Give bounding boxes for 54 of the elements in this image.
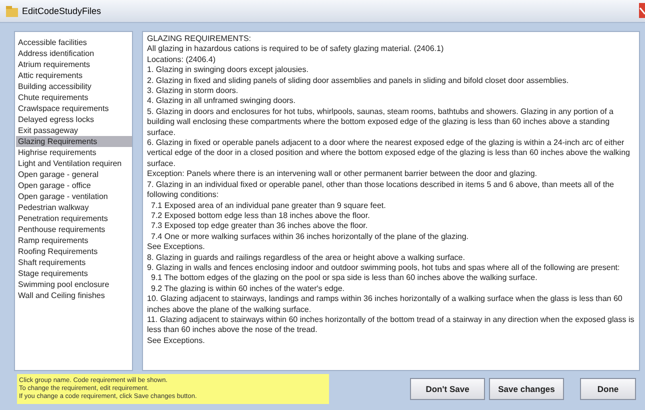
requirement-line: 2. Glazing in fixed and sliding panels of sliding door assemblies and panels in sliding and bifold closet door assemblies. — [147, 76, 570, 86]
requirement-line: 10. Glazing adjacent to stairways, landings and ramps within 36 inches horizontally of a walking surface when the glass is less than 60 inches above the plane of the walking surface. — [147, 294, 624, 315]
requirement-line: All glazing in hazardous cations is required to be of safety glazing material. (2406.1) — [147, 44, 445, 55]
group-item[interactable]: Wall and Ceiling finishes — [16, 290, 132, 301]
group-item[interactable]: Building accessibility — [16, 81, 132, 92]
requirement-line: 9.2 The glazing is within 60 inches of the water's edge. — [150, 284, 346, 294]
requirement-line: GLAZING REQUIREMENTS: — [147, 34, 252, 44]
group-item[interactable]: Accessible facilities — [16, 37, 132, 48]
dialog-button[interactable]: Save changes — [489, 378, 564, 400]
group-item[interactable]: Chute requirements — [16, 92, 132, 103]
requirement-line: See Exceptions. — [147, 336, 206, 346]
group-item[interactable]: Crawlspace requirements — [16, 103, 132, 114]
requirement-line: See Exceptions. — [147, 242, 206, 253]
requirement-line: 7.1 Exposed area of an individual pane greater than 9 square feet. — [150, 200, 387, 211]
requirement-line: 11. Glazing adjacent to stairways within 60 inches horizontally of the bottom tread of a stairway in any direction when the exposed glass is less than 60 inches above the nose of the tread. — [147, 314, 635, 336]
group-item[interactable]: Stage requirements — [16, 268, 132, 279]
group-item[interactable]: Highrise requirements — [16, 147, 132, 158]
window-icon — [6, 6, 18, 16]
group-item[interactable]: Light and Ventilation requiren — [16, 158, 132, 169]
group-item[interactable]: Address identification — [16, 48, 132, 59]
requirement-line: 7.2 Exposed bottom edge less than 18 inches above the floor. — [150, 210, 371, 222]
requirement-line: Exception: Panels where there is an intervening wall or other permanent barrier between the door and glazing. — [147, 169, 538, 180]
requirement-line: 8. Glazing in guards and railings regardless of the area or height above a walking surface. — [147, 252, 466, 263]
group-item[interactable]: Open garage - office — [16, 180, 132, 191]
group-item[interactable]: Open garage - general — [16, 169, 132, 180]
group-item[interactable]: Glazing Requirements — [16, 136, 132, 147]
requirement-line: 4. Glazing in all unframed swinging doors. — [147, 96, 297, 107]
group-item[interactable]: Atrium requirements — [16, 59, 132, 70]
group-item[interactable]: Pedestrian walkway — [16, 202, 132, 213]
dialog-button[interactable]: Don't Save — [410, 378, 485, 400]
requirement-line: 6. Glazing in fixed or operable panels adjacent to a door where the nearest exposed edge of the glazing is within a 24-inch arc of either vertical edge of the door in a closed position and where the bottom exposed edge of the glazing is less than 60 inches above the walking surface. — [147, 138, 631, 170]
requirement-line: 9.1 The bottom edges of the glazing on the pool or spa side is less than 60 inches above the walking surface. — [150, 273, 538, 284]
requirement-line: 7.3 Exposed top edge greater than 36 inches above the floor. — [150, 221, 369, 232]
group-item[interactable]: Ramp requirements — [16, 235, 132, 246]
requirement-line: 7. Glazing in an individual fixed or operable panel, other than those locations described in items 5 and 6 above, than meets all of the following conditions: — [147, 180, 615, 200]
group-item[interactable]: Swimming pool enclosure — [16, 279, 132, 290]
group-item[interactable]: Attic requirements — [16, 70, 132, 81]
close-button[interactable] — [639, 3, 645, 18]
group-item[interactable]: Shaft requirements — [16, 257, 132, 268]
dialog-button[interactable]: Done — [580, 378, 636, 400]
requirement-line: 7.4 One or more walking surfaces within 36 inches horizontally of the plane of the glazing. — [150, 232, 470, 242]
group-item[interactable]: Penetration requirements — [16, 213, 132, 224]
group-item[interactable]: Delayed egress locks — [16, 114, 132, 125]
requirement-text-area[interactable] — [142, 31, 640, 371]
group-item[interactable]: Exit passageway — [16, 125, 132, 136]
requirement-line: 1. Glazing in swinging doors except jalousies. — [147, 65, 310, 76]
requirement-line: Locations: (2406.4) — [147, 54, 216, 66]
requirement-line: 9. Glazing in walls and fences enclosing indoor and outdoor swimming pools, hot tubs and spas where all of the following are present: — [147, 262, 621, 274]
group-item[interactable]: Open garage - ventilation — [16, 191, 132, 202]
requirement-line: 3. Glazing in storm doors. — [147, 86, 240, 96]
requirement-line: 5. Glazing in doors and enclosures for hot tubs, whirlpools, saunas, steam rooms, bathtubs and showers. Glazing in any portion of a building wall enclosing these compartments where the bottom exposed edge of the glazing is less than 60 inches above a standing surface. — [147, 106, 614, 138]
group-item[interactable]: Penthouse requirements — [16, 224, 132, 235]
window-title: EditCodeStudyFiles — [22, 6, 102, 16]
group-item[interactable]: Roofing Requirements — [16, 246, 132, 257]
